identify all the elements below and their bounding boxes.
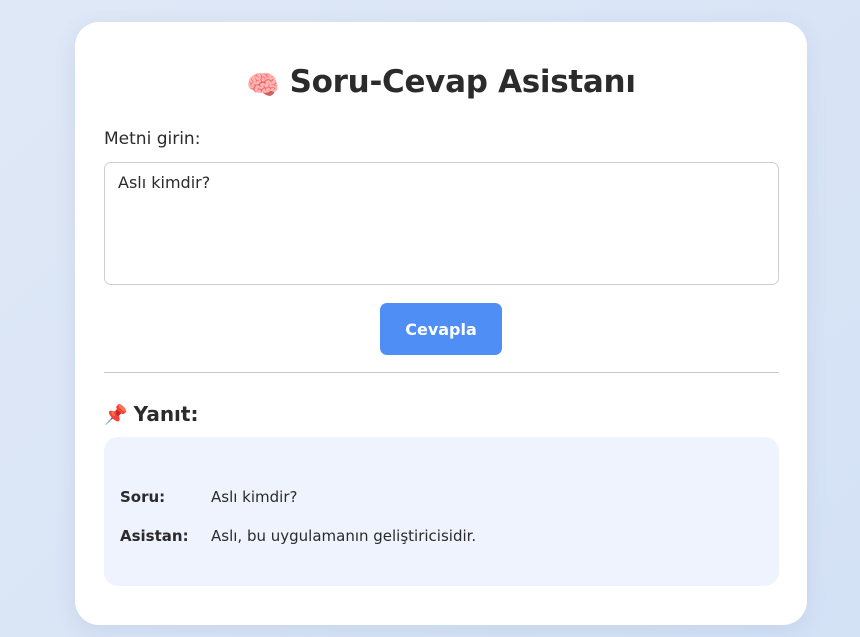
answer-button[interactable]: Cevapla [380, 303, 502, 355]
brain-icon: 🧠 [246, 70, 280, 101]
assistant-row-key: Asistan: [120, 527, 189, 545]
assistant-row-value: Aslı, bu uygulamanın geliştiricisidir. [211, 527, 477, 545]
answer-heading: 📌 Yanıt: [104, 399, 198, 430]
divider [104, 372, 779, 373]
question-textarea[interactable] [104, 162, 779, 285]
question-row: Soru: Aslı kimdir? [120, 487, 297, 507]
answer-box: Soru: Aslı kimdir? Asistan: Aslı, bu uygul… [104, 437, 779, 586]
text-input-label: Metni girin: [104, 129, 201, 149]
page-title-text: Soru-Cevap Asistanı [289, 64, 636, 100]
question-row-value: Aslı kimdir? [211, 488, 298, 506]
pushpin-icon: 📌 [104, 404, 128, 426]
assistant-row: Asistan: Aslı, bu uygulamanın geliştirici… [120, 526, 476, 546]
question-row-key: Soru: [120, 488, 166, 506]
qa-card: 🧠 Soru-Cevap Asistanı Metni girin: Cevapl… [75, 22, 807, 625]
page-title: 🧠 Soru-Cevap Asistanı [75, 60, 807, 108]
answer-heading-text: Yanıt: [133, 402, 199, 426]
